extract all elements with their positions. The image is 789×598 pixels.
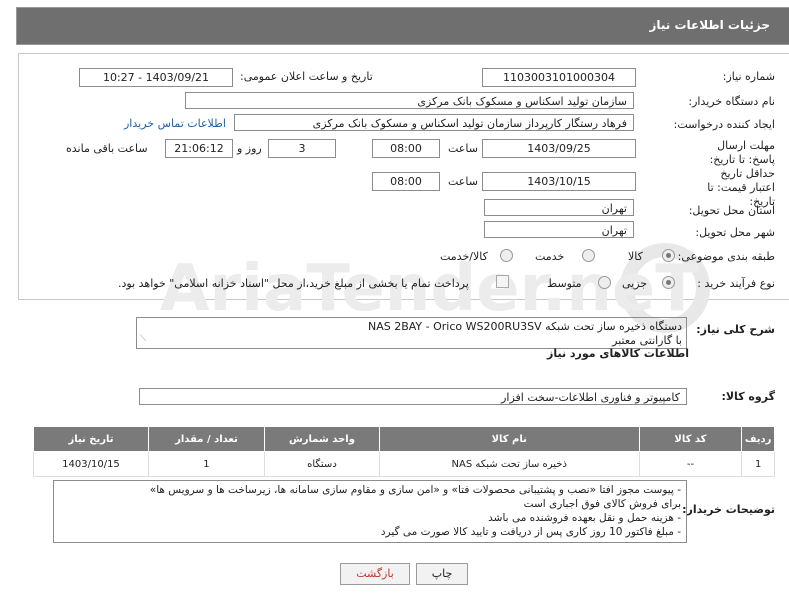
col-header-name: نام کالا xyxy=(378,426,640,452)
description-line-2: با گارانتی معتبر xyxy=(612,334,682,347)
process-option-medium: متوسط xyxy=(547,277,582,290)
category-option-both: کالا/خدمت xyxy=(440,250,488,263)
deadline-time-label: ساعت xyxy=(448,142,478,155)
creator-field: فرهاد رستگار کارپرداز سازمان تولید اسکنا… xyxy=(234,114,634,131)
days-label: روز و xyxy=(237,142,262,155)
process-option-minor: جزیی xyxy=(622,277,648,290)
buyer-notes-line-2: برای فروش کالای فوق اجباری است xyxy=(523,498,681,510)
col-header-quantity: تعداد / مقدار xyxy=(147,426,265,452)
buyer-notes-textarea[interactable]: - پیوست مجوز افتا «نصب و پشتیبانی محصولا… xyxy=(53,480,687,543)
city-label: شهر محل تحویل: xyxy=(695,226,775,239)
cell-unit: دستگاه xyxy=(263,451,380,477)
province-label: استان محل تحویل: xyxy=(688,204,775,217)
page-header: جزئیات اطلاعات نیاز xyxy=(16,7,789,45)
description-textarea[interactable]: دستگاه ذخیره ساز تحت شبکه NAS 2BAY - Ori… xyxy=(136,317,687,349)
deadline-date-field: 1403/09/25 xyxy=(482,139,636,158)
validity-time-label: ساعت xyxy=(448,175,478,188)
validity-time-field: 08:00 xyxy=(372,172,440,191)
cell-quantity: 1 xyxy=(147,451,265,477)
validity-date-field: 1403/10/15 xyxy=(482,172,636,191)
treasury-payment-checkbox[interactable] xyxy=(496,275,509,288)
creator-label: ایجاد کننده درخواست: xyxy=(673,118,775,131)
province-field: تهران xyxy=(484,199,634,216)
buyer-notes-line-1: - پیوست مجوز افتا «نصب و پشتیبانی محصولا… xyxy=(149,484,681,496)
cell-code: -- xyxy=(638,451,743,477)
process-label: نوع فرآیند خرید : xyxy=(697,277,775,290)
remaining-label: ساعت باقی مانده xyxy=(66,142,148,155)
goods-table: ردیف کد کالا نام کالا واحد شمارش تعداد /… xyxy=(33,426,775,477)
remaining-time-field: 21:06:12 xyxy=(165,139,233,158)
table-header-row: ردیف کد کالا نام کالا واحد شمارش تعداد /… xyxy=(33,426,775,452)
goods-info-title: اطلاعات کالاهای مورد نیاز xyxy=(547,347,689,360)
back-button[interactable]: بازگشت xyxy=(340,563,410,585)
col-header-unit: واحد شمارش xyxy=(263,426,380,452)
category-label: طبقه بندی موضوعی: xyxy=(677,250,775,263)
category-radio-service[interactable] xyxy=(582,249,595,262)
description-line-1: دستگاه ذخیره ساز تحت شبکه NAS 2BAY - Ori… xyxy=(367,320,682,333)
deadline-time-field: 08:00 xyxy=(372,139,440,158)
announce-label: تاریخ و ساعت اعلان عمومی: xyxy=(240,70,373,83)
city-field: تهران xyxy=(484,221,634,238)
col-header-code: کد کالا xyxy=(638,426,743,452)
page-title: جزئیات اطلاعات نیاز xyxy=(649,18,770,32)
process-radio-minor[interactable] xyxy=(662,276,675,289)
print-button[interactable]: چاپ xyxy=(416,563,468,585)
category-radio-goods[interactable] xyxy=(662,249,675,262)
category-option-service: خدمت xyxy=(535,250,565,263)
need-number-field: 1103003101000304 xyxy=(482,68,636,87)
need-number-label: شماره نیاز: xyxy=(722,70,775,83)
category-option-goods: کالا xyxy=(628,250,643,263)
buyer-notes-label: توضیحات خریدار: xyxy=(682,503,775,516)
buyer-notes-line-4: - مبلغ فاکتور 10 روز کاری پس از دریافت و… xyxy=(380,526,681,538)
goods-group-field: کامپیوتر و فناوری اطلاعات-سخت افزار xyxy=(139,388,687,405)
deadline-label: مهلت ارسال پاسخ: تا تاریخ: xyxy=(709,139,775,166)
cell-row-number: 1 xyxy=(741,451,775,477)
buyer-label: نام دستگاه خریدار: xyxy=(688,95,775,108)
category-radio-both[interactable] xyxy=(500,249,513,262)
description-label: شرح کلی نیاز: xyxy=(696,323,775,336)
col-header-row-number: ردیف xyxy=(741,426,775,452)
buyer-field: سازمان تولید اسکناس و مسکوک بانک مرکزی xyxy=(185,92,634,109)
days-field: 3 xyxy=(268,139,336,158)
resize-handle-icon[interactable]: ⟋ xyxy=(140,332,146,346)
cell-need-date: 1403/10/15 xyxy=(33,451,149,477)
validity-label: حداقل تاریخ اعتبار قیمت: تا تاریخ: xyxy=(707,167,775,208)
goods-group-label: گروه کالا: xyxy=(721,390,775,403)
col-header-need-date: تاریخ نیاز xyxy=(33,426,149,452)
buyer-notes-line-3: - هزینه حمل و نقل بعهده فروشنده می باشد xyxy=(488,512,681,524)
table-row[interactable]: 1 -- ذخیره ساز تحت شبکه NAS دستگاه 1 140… xyxy=(33,451,775,477)
cell-name: ذخیره ساز تحت شبکه NAS xyxy=(378,451,640,477)
buyer-contact-link[interactable]: اطلاعات تماس خریدار xyxy=(124,117,226,130)
announce-field: 1403/09/21 - 10:27 xyxy=(79,68,233,87)
treasury-payment-note: پرداخت تمام یا بخشی از مبلغ خرید،از محل … xyxy=(118,277,469,290)
process-radio-medium[interactable] xyxy=(598,276,611,289)
